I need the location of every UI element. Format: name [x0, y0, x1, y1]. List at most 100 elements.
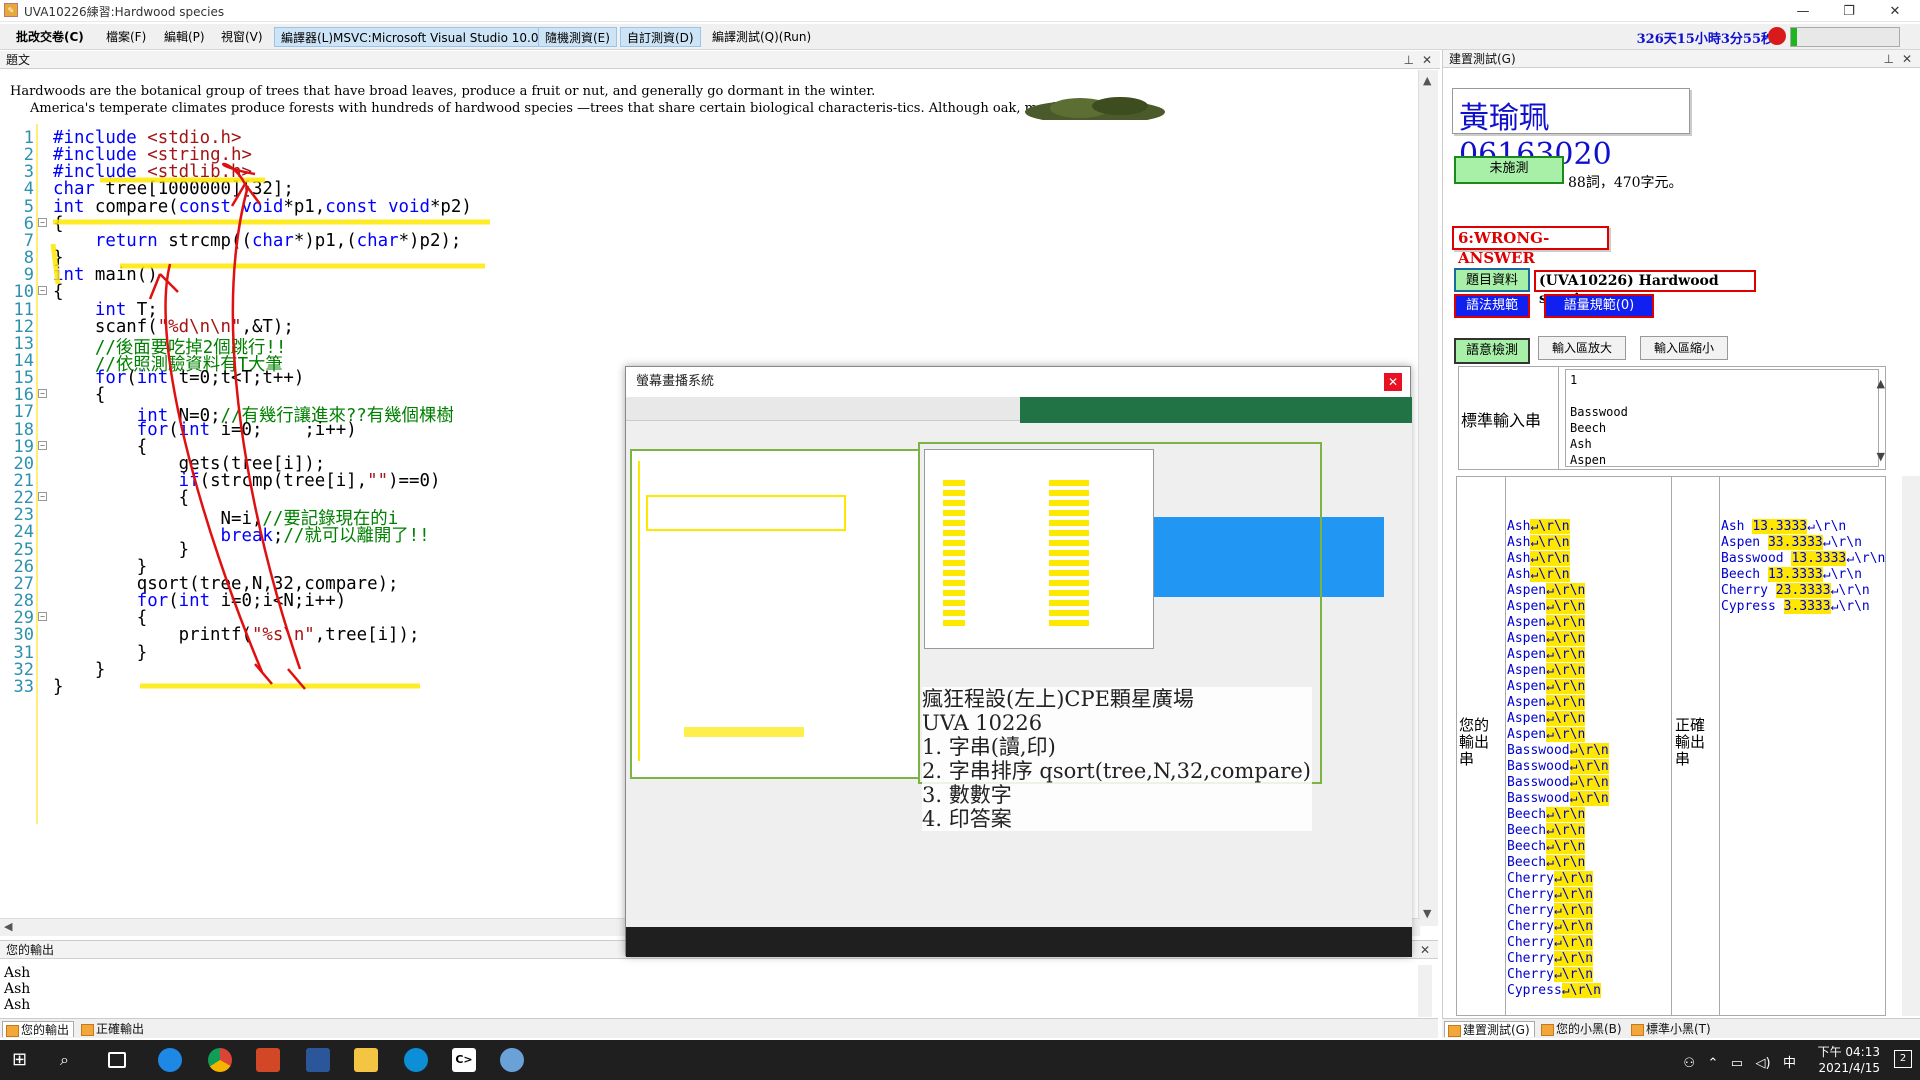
- tab-your-console[interactable]: 您的小黑(B): [1538, 1021, 1626, 1037]
- ime-indicator[interactable]: 中: [1783, 1056, 1796, 1071]
- tree-image: [1025, 97, 1165, 120]
- menu-file[interactable]: 檔案(F): [100, 27, 152, 47]
- notification-icon[interactable]: 2: [1894, 1050, 1912, 1068]
- scroll-down-icon[interactable]: ▼: [1877, 450, 1885, 463]
- your-output-line: Ash↵\r\n: [1507, 535, 1570, 550]
- your-output-line: Aspen↵\r\n: [1507, 679, 1586, 694]
- correct-output-line: Cypress 3.3333↵\r\n: [1721, 599, 1870, 614]
- semantic-rule-button[interactable]: 語量規範(0): [1544, 294, 1654, 318]
- slide-line: 2. 字串排序 qsort(tree,N,32,compare): [922, 759, 1311, 783]
- task-view-icon[interactable]: [108, 1052, 126, 1068]
- stdin-line: [1570, 388, 1874, 404]
- your-output-line: Aspen↵\r\n: [1507, 663, 1586, 678]
- description-panel-header: 題文 ⊥ ✕: [0, 51, 1440, 69]
- problem-description: Hardwoods are the botanical group of tre…: [0, 70, 1400, 122]
- ie-icon[interactable]: [158, 1048, 182, 1072]
- your-output-line: Cherry↵\r\n: [1507, 871, 1594, 886]
- scroll-down-icon[interactable]: ▼: [1423, 907, 1431, 920]
- your-output-line: Basswood↵\r\n: [1507, 791, 1609, 806]
- chevron-up-icon[interactable]: ⌃: [1707, 1056, 1718, 1071]
- scroll-up-icon[interactable]: ▲: [1423, 74, 1431, 87]
- scroll-left-icon[interactable]: ◀: [4, 920, 12, 933]
- menu-submit[interactable]: 批改交卷(C): [10, 27, 90, 47]
- zoom-in-input-button[interactable]: 輸入區放大: [1538, 336, 1626, 360]
- tab-correct-output[interactable]: 正確輸出: [78, 1021, 148, 1037]
- close-output-icon[interactable]: ✕: [1420, 941, 1430, 959]
- menu-compiler[interactable]: 編譯器(L)MSVC:Microsoft Visual Studio 10.0: [274, 27, 546, 47]
- your-output-line: Ash↵\r\n: [1507, 567, 1570, 582]
- screen-recorder-window[interactable]: 螢幕畫播系統 ✕ 瘋狂程設(左上)CPE顆星廣場 UVA 10226 1. 字串(讀…: [625, 366, 1412, 957]
- your-output-line: Beech↵\r\n: [1507, 839, 1586, 854]
- slide-line: 瘋狂程設(左上)CPE顆星廣場: [922, 687, 1194, 711]
- your-output-line: Cherry↵\r\n: [1507, 951, 1594, 966]
- clock[interactable]: 下午 04:13 2021/4/15: [1818, 1044, 1880, 1076]
- your-output-line: Aspen↵\r\n: [1507, 599, 1586, 614]
- output-scrollbar[interactable]: [1418, 965, 1432, 1017]
- pin-icon[interactable]: ⊥: [1884, 50, 1894, 68]
- tab-build-test[interactable]: 建置測試(G): [1444, 1021, 1535, 1037]
- scroll-up-icon[interactable]: ▲: [1877, 377, 1885, 390]
- chrome-icon[interactable]: [208, 1048, 232, 1072]
- window-title: UVA10226練習:Hardwood species: [24, 5, 225, 19]
- menu-view[interactable]: 視窗(V): [215, 27, 269, 47]
- stdin-line: Beech: [1570, 421, 1607, 435]
- close-panel-icon[interactable]: ✕: [1422, 51, 1432, 69]
- your-output-line: Basswood↵\r\n: [1507, 743, 1609, 758]
- file-explorer-icon[interactable]: [354, 1048, 378, 1072]
- people-icon[interactable]: ⚇: [1683, 1056, 1695, 1071]
- output-line: Ash: [4, 965, 31, 981]
- zoom-out-input-button[interactable]: 輸入區縮小: [1640, 336, 1728, 360]
- edge-icon[interactable]: [404, 1048, 428, 1072]
- menu-random-data[interactable]: 隨機測資(E): [538, 27, 617, 47]
- problem-info-button[interactable]: 題目資料: [1454, 268, 1530, 292]
- verdict-badge: 6:WRONG-ANSWER: [1452, 226, 1609, 267]
- correct-output-line: Ash 13.3333↵\r\n: [1721, 519, 1847, 534]
- problem-title: (UVA10226) Hardwood species :: [1534, 270, 1756, 307]
- slide-line: UVA 10226: [922, 711, 1043, 735]
- your-output-line: Aspen↵\r\n: [1507, 631, 1586, 646]
- slide-notes: 瘋狂程設(左上)CPE顆星廣場 UVA 10226 1. 字串(讀,印) 2. 字串排…: [922, 687, 1312, 831]
- your-output-line: Aspen↵\r\n: [1507, 727, 1586, 742]
- word-icon[interactable]: [306, 1048, 330, 1072]
- menu-compile-run[interactable]: 編譯測試(Q)(Run): [706, 27, 817, 47]
- menu-edit[interactable]: 編輯(P): [158, 27, 211, 47]
- close-icon[interactable]: ✕: [1872, 0, 1918, 22]
- close-panel-icon[interactable]: ✕: [1902, 50, 1912, 68]
- timer-progress-bar: [1790, 27, 1900, 47]
- right-vertical-scrollbar[interactable]: [1902, 476, 1920, 1016]
- start-icon[interactable]: ⊞: [12, 1048, 36, 1072]
- recorder-app-icon[interactable]: [500, 1048, 524, 1072]
- your-output-line: Cypress↵\r\n: [1507, 983, 1601, 998]
- code-app-icon[interactable]: C>: [452, 1048, 476, 1072]
- build-test-title: 建置測試(G): [1449, 52, 1516, 66]
- standard-input-label: 標準輸入串: [1459, 367, 1559, 469]
- editor-vertical-scrollbar[interactable]: ▲ ▼: [1418, 70, 1438, 926]
- username: 黃瑜珮06163020: [1452, 88, 1690, 172]
- syntax-rule-button[interactable]: 語法規範: [1454, 294, 1530, 318]
- system-tray: ⚇ ⌃ ▭ ◁) 中: [1683, 1052, 1796, 1071]
- minimize-icon[interactable]: —: [1780, 0, 1826, 22]
- slide-line: 4. 印答案: [922, 807, 1012, 831]
- your-output-line: Cherry↵\r\n: [1507, 935, 1594, 950]
- tab-your-output[interactable]: 您的輸出: [2, 1021, 75, 1037]
- tab-standard-console[interactable]: 標準小黑(T): [1628, 1021, 1715, 1037]
- pin-icon[interactable]: ⊥: [1404, 51, 1414, 69]
- volume-icon[interactable]: ◁): [1756, 1056, 1771, 1071]
- standard-input-box[interactable]: 1 Basswood Beech Ash Aspen: [1565, 369, 1879, 467]
- correct-output-line: Basswood 13.3333↵\r\n: [1721, 551, 1886, 566]
- your-output-line: Aspen↵\r\n: [1507, 647, 1586, 662]
- recorder-title: 螢幕畫播系統: [626, 367, 1410, 397]
- restore-icon[interactable]: ❐: [1826, 0, 1872, 22]
- search-icon[interactable]: ⌕: [60, 1048, 84, 1072]
- slide-line: 1. 字串(讀,印): [922, 735, 1056, 759]
- status-button[interactable]: 未施測: [1454, 156, 1564, 184]
- network-icon[interactable]: ▭: [1731, 1056, 1743, 1071]
- powerpoint-icon[interactable]: [256, 1048, 280, 1072]
- recorder-close-icon[interactable]: ✕: [1384, 373, 1402, 391]
- semantic-check-button[interactable]: 語意檢測: [1454, 338, 1530, 364]
- menu-bar: 批改交卷(C) 檔案(F) 編輯(P) 視窗(V) 編譯器(L)MSVC:Mic…: [0, 24, 1920, 50]
- progress-fill: [1791, 28, 1798, 46]
- app-icon: ✎: [4, 3, 18, 17]
- pen-annotations: [50, 162, 490, 690]
- menu-custom-data[interactable]: 自訂測資(D): [620, 27, 701, 47]
